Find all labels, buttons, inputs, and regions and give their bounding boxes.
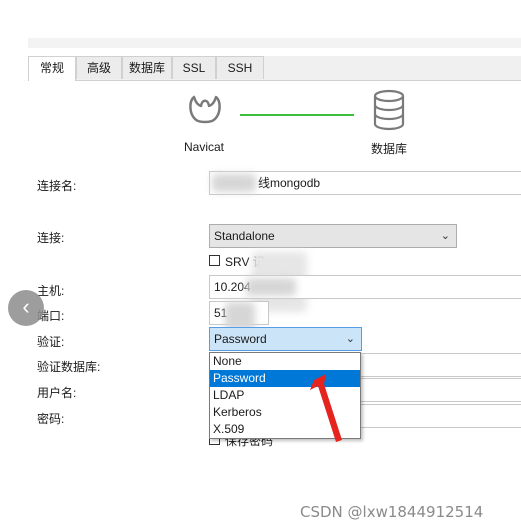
redaction-blur <box>212 174 256 192</box>
connection-label: 连接: <box>37 231 65 245</box>
tab-database[interactable]: 数据库 <box>122 56 172 79</box>
navicat-icon <box>189 95 221 124</box>
tab-bar: 常规 高级 数据库 SSL SSH <box>28 56 521 81</box>
back-button[interactable]: ‹ <box>8 290 44 326</box>
auth-label: 验证: <box>37 335 65 349</box>
tab-advanced[interactable]: 高级 <box>76 56 122 79</box>
chevron-down-icon: ⌄ <box>440 230 450 242</box>
connection-type-value: Standalone <box>214 229 275 243</box>
database-icon <box>373 89 405 131</box>
redaction-blur-host <box>246 278 296 296</box>
navicat-caption: Navicat <box>184 140 225 154</box>
redaction-blur-port <box>225 302 255 330</box>
annotation-arrow <box>310 374 342 442</box>
auth-option-none[interactable]: None <box>210 353 360 370</box>
auth-select[interactable]: Password ⌄ <box>209 327 362 351</box>
auth-select-value: Password <box>214 332 267 346</box>
tab-ssl[interactable]: SSL <box>172 56 216 79</box>
host-label: 主机: <box>37 284 65 298</box>
srv-checkbox[interactable] <box>209 255 220 266</box>
auth-db-label: 验证数据库: <box>37 360 101 374</box>
chevron-down-icon: ⌄ <box>345 333 355 345</box>
tab-general[interactable]: 常规 <box>28 56 76 81</box>
connection-type-select[interactable]: Standalone ⌄ <box>209 224 457 248</box>
connection-line <box>240 114 354 116</box>
username-label: 用户名: <box>37 386 77 400</box>
conn-name-label: 连接名: <box>37 179 77 193</box>
database-caption: 数据库 <box>371 142 408 156</box>
top-strip <box>28 38 521 48</box>
watermark-text: CSDN @lxw1844912514 <box>300 503 484 521</box>
password-label: 密码: <box>37 412 65 426</box>
tab-ssh[interactable]: SSH <box>216 56 264 79</box>
